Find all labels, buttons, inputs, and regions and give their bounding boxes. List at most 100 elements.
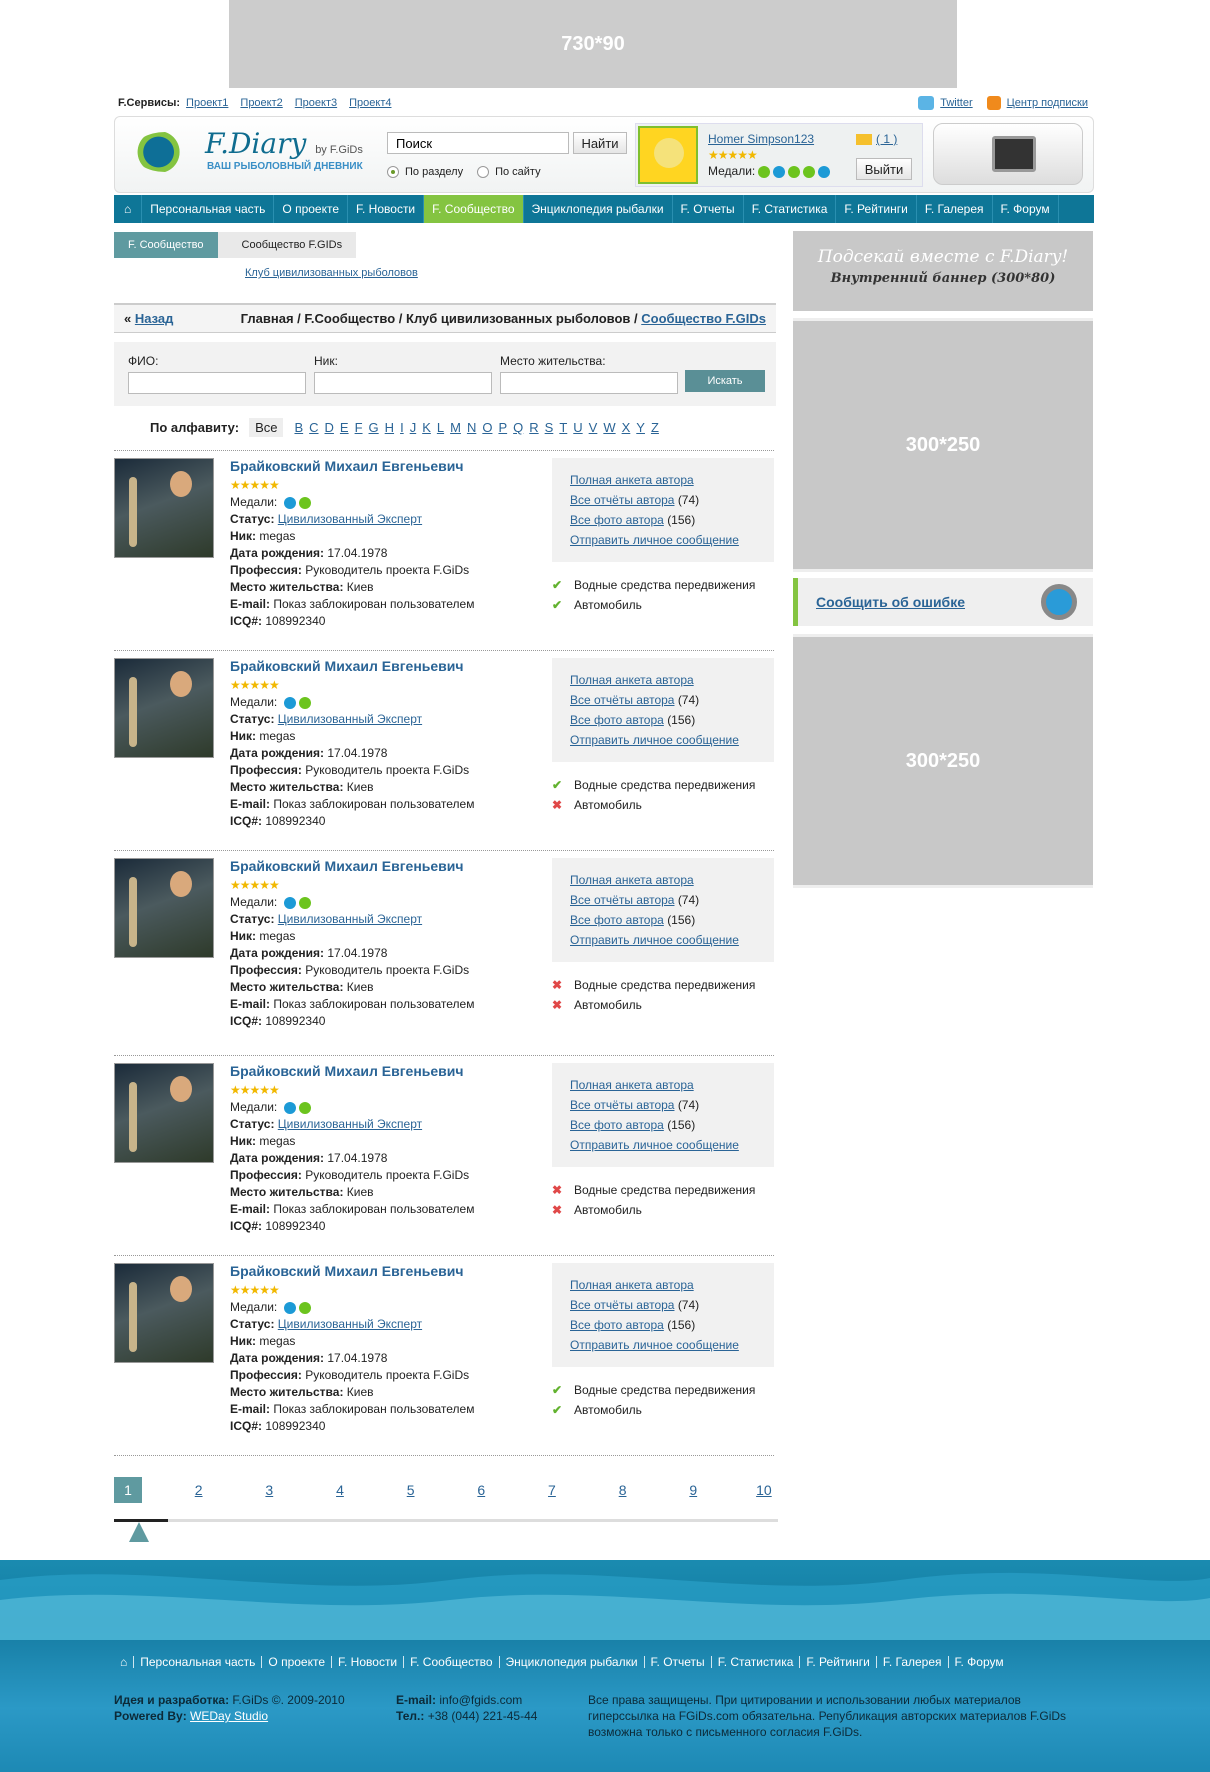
radio-dot-off[interactable] xyxy=(477,166,490,179)
footer-nav-personal[interactable]: Персональная часть xyxy=(134,1656,263,1668)
project-link-2[interactable]: Проект2 xyxy=(240,97,282,109)
user-photo[interactable] xyxy=(114,1063,214,1163)
back-link[interactable]: Назад xyxy=(135,311,174,326)
status-link[interactable]: Цивилизованный Эксперт xyxy=(278,712,422,726)
alphabet-letter[interactable]: V xyxy=(589,420,598,435)
all-photos-link[interactable]: Все фото автора xyxy=(570,513,664,527)
alphabet-letter[interactable]: D xyxy=(325,420,334,435)
send-message-link[interactable]: Отправить личное сообщение xyxy=(570,1338,739,1352)
page-link[interactable]: 10 xyxy=(750,1477,778,1503)
alphabet-letter[interactable]: X xyxy=(622,420,631,435)
page-link[interactable]: 8 xyxy=(609,1477,637,1503)
fio-input[interactable] xyxy=(128,372,306,394)
report-error-link[interactable]: Сообщить об ошибке xyxy=(816,594,965,610)
project-link-3[interactable]: Проект3 xyxy=(295,97,337,109)
user-name[interactable]: Брайковский Михаил Евгеньевич xyxy=(230,458,530,475)
all-reports-link[interactable]: Все отчёты автора xyxy=(570,693,674,707)
alphabet-letter[interactable]: L xyxy=(437,420,444,435)
user-name[interactable]: Брайковский Михаил Евгеньевич xyxy=(230,658,530,675)
side-ad-2[interactable]: 300*250 xyxy=(793,634,1093,888)
all-photos-link[interactable]: Все фото автора xyxy=(570,913,664,927)
alphabet-letter[interactable]: Y xyxy=(636,420,645,435)
all-reports-link[interactable]: Все отчёты автора xyxy=(570,1098,674,1112)
send-message-link[interactable]: Отправить личное сообщение xyxy=(570,933,739,947)
alphabet-letter[interactable]: S xyxy=(545,420,554,435)
alphabet-letter[interactable]: O xyxy=(482,420,492,435)
all-photos-link[interactable]: Все фото автора xyxy=(570,1318,664,1332)
all-reports-link[interactable]: Все отчёты автора xyxy=(570,493,674,507)
project-link-4[interactable]: Проект4 xyxy=(349,97,391,109)
alphabet-letter[interactable]: J xyxy=(410,420,417,435)
full-profile-link[interactable]: Полная анкета автора xyxy=(570,1078,694,1092)
footer-nav-forum[interactable]: F. Форум xyxy=(949,1656,1010,1668)
crumb-current[interactable]: Сообщество F.GIDs xyxy=(641,311,766,326)
footer-nav-stats[interactable]: F. Статистика xyxy=(712,1656,801,1668)
alphabet-letter[interactable]: W xyxy=(603,420,615,435)
crumb-community[interactable]: F.Сообщество xyxy=(304,311,395,326)
status-link[interactable]: Цивилизованный Эксперт xyxy=(278,1117,422,1131)
powered-link[interactable]: WEDay Studio xyxy=(190,1709,268,1723)
user-name[interactable]: Брайковский Михаил Евгеньевич xyxy=(230,1263,530,1280)
page-link[interactable]: 3 xyxy=(255,1477,283,1503)
report-error[interactable]: Сообщить об ошибке xyxy=(793,578,1093,626)
alphabet-letter[interactable]: F xyxy=(355,420,363,435)
alphabet-letter[interactable]: U xyxy=(573,420,582,435)
project-link-1[interactable]: Проект1 xyxy=(186,97,228,109)
nav-about[interactable]: О проекте xyxy=(274,195,349,223)
footer-home-icon[interactable]: ⌂ xyxy=(114,1656,135,1668)
user-photo[interactable] xyxy=(114,458,214,558)
nav-gallery[interactable]: F. Галерея xyxy=(917,195,993,223)
subscribe-link[interactable]: Центр подписки xyxy=(1007,97,1088,109)
nav-encyclopedia[interactable]: Энциклопедия рыбалки xyxy=(524,195,673,223)
top-banner[interactable]: 730*90 xyxy=(229,0,957,88)
status-link[interactable]: Цивилизованный Эксперт xyxy=(278,512,422,526)
nav-forum[interactable]: F. Форум xyxy=(993,195,1059,223)
tab-community-fgids[interactable]: Сообщество F.GIDs xyxy=(217,232,357,258)
nav-news[interactable]: F. Новости xyxy=(348,195,425,223)
username-link[interactable]: Homer Simpson123 xyxy=(708,132,814,146)
page-link[interactable]: 2 xyxy=(185,1477,213,1503)
avatar[interactable] xyxy=(638,126,698,184)
nav-community[interactable]: F. Сообщество xyxy=(424,195,524,223)
alphabet-letter[interactable]: H xyxy=(385,420,394,435)
page-link[interactable]: 1 xyxy=(114,1477,142,1503)
alphabet-letter[interactable]: B xyxy=(294,420,303,435)
search-button[interactable]: Найти xyxy=(573,132,627,154)
full-profile-link[interactable]: Полная анкета автора xyxy=(570,473,694,487)
nav-reports[interactable]: F. Отчеты xyxy=(673,195,744,223)
inner-banner[interactable]: Подсекай вместе с F.Diary! Внутренний ба… xyxy=(793,231,1093,311)
send-message-link[interactable]: Отправить личное сообщение xyxy=(570,533,739,547)
footer-nav-gallery[interactable]: F. Галерея xyxy=(877,1656,949,1668)
alphabet-letter[interactable]: I xyxy=(400,420,404,435)
all-photos-link[interactable]: Все фото автора xyxy=(570,713,664,727)
mail-count[interactable]: ( 1 ) xyxy=(876,132,897,146)
status-link[interactable]: Цивилизованный Эксперт xyxy=(278,912,422,926)
page-link[interactable]: 4 xyxy=(326,1477,354,1503)
home-icon[interactable]: ⌂ xyxy=(114,195,143,223)
footer-nav-news[interactable]: F. Новости xyxy=(332,1656,405,1668)
alphabet-letter[interactable]: T xyxy=(559,420,567,435)
nick-input[interactable] xyxy=(314,372,492,394)
nav-ratings[interactable]: F. Рейтинги xyxy=(836,195,917,223)
all-reports-link[interactable]: Все отчёты автора xyxy=(570,1298,674,1312)
page-link[interactable]: 9 xyxy=(679,1477,707,1503)
alphabet-letter[interactable]: Q xyxy=(513,420,523,435)
page-link[interactable]: 6 xyxy=(467,1477,495,1503)
alphabet-letter[interactable]: E xyxy=(340,420,349,435)
twitter-link-wrap[interactable]: Twitter xyxy=(918,96,973,110)
all-reports-link[interactable]: Все отчёты автора xyxy=(570,893,674,907)
nav-personal[interactable]: Персональная часть xyxy=(142,195,275,223)
search-input[interactable] xyxy=(387,132,569,154)
alphabet-letter[interactable]: K xyxy=(422,420,431,435)
tab-community[interactable]: F. Сообщество xyxy=(114,232,218,258)
crumb-home[interactable]: Главная xyxy=(241,311,294,326)
user-name[interactable]: Брайковский Михаил Евгеньевич xyxy=(230,1063,530,1080)
full-profile-link[interactable]: Полная анкета автора xyxy=(570,873,694,887)
side-ad-1[interactable]: 300*250 xyxy=(793,318,1093,572)
page-link[interactable]: 5 xyxy=(397,1477,425,1503)
alphabet-all[interactable]: Все xyxy=(249,418,284,437)
user-photo[interactable] xyxy=(114,658,214,758)
alphabet-letter[interactable]: R xyxy=(529,420,538,435)
alphabet-letter[interactable]: M xyxy=(450,420,461,435)
radio-site[interactable]: По сайту xyxy=(477,166,541,179)
